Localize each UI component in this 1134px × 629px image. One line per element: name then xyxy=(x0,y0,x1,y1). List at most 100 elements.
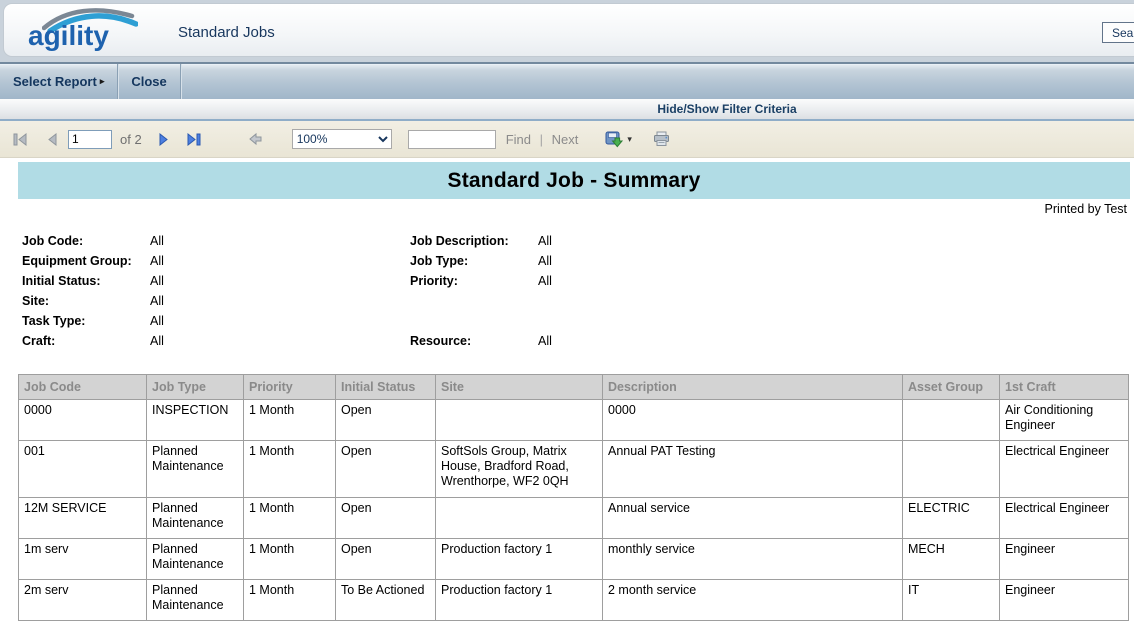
table-row: 2m serv Planned Maintenance 1 Month To B… xyxy=(19,580,1129,621)
print-button[interactable] xyxy=(652,129,672,149)
print-icon xyxy=(653,131,670,147)
cell-description: Annual PAT Testing xyxy=(603,441,903,498)
first-page-button[interactable] xyxy=(10,129,30,149)
first-page-icon xyxy=(13,133,28,146)
agility-logo: agility xyxy=(26,4,138,58)
page-number-input[interactable] xyxy=(68,130,112,149)
cell-initial-status: Open xyxy=(336,441,436,498)
column-header-job-type: Job Type xyxy=(147,375,244,400)
cell-initial-status: To Be Actioned xyxy=(336,580,436,621)
find-next-separator: | xyxy=(540,132,543,147)
cell-1st-craft: Electrical Engineer xyxy=(1000,498,1129,539)
filter-row: Initial Status: All Priority: All xyxy=(22,271,1134,291)
column-header-description: Description xyxy=(603,375,903,400)
cell-priority: 1 Month xyxy=(244,400,336,441)
next-link[interactable]: Next xyxy=(552,132,579,147)
menu-item-select-report[interactable]: Select Report ▸ xyxy=(0,64,117,99)
cell-site: Production factory 1 xyxy=(436,539,603,580)
cell-job-code: 2m serv xyxy=(19,580,147,621)
filter-summary: Job Code: All Job Description: All Equip… xyxy=(22,231,1134,351)
filter-label: Job Description: xyxy=(410,234,538,248)
export-dropdown-caret-icon[interactable]: ▾ xyxy=(627,134,632,145)
menu-item-close[interactable]: Close xyxy=(118,64,179,99)
menu-bar: Select Report ▸ Close xyxy=(0,62,1134,99)
find-text-input[interactable] xyxy=(408,130,496,149)
report-canvas: Standard Job - Summary Printed by Test J… xyxy=(0,162,1134,629)
filter-label: Initial Status: xyxy=(22,274,150,288)
cell-job-type: Planned Maintenance xyxy=(147,441,244,498)
printed-by-label: Printed by Test xyxy=(0,202,1134,216)
filter-row: Craft: All Resource: All xyxy=(22,331,1134,351)
previous-page-icon xyxy=(47,133,58,146)
filter-criteria-toggle-label: Hide/Show Filter Criteria xyxy=(657,102,796,116)
filter-criteria-toggle[interactable]: Hide/Show Filter Criteria xyxy=(0,99,1134,121)
column-header-initial-status: Initial Status xyxy=(336,375,436,400)
cell-job-code: 12M SERVICE xyxy=(19,498,147,539)
filter-value: All xyxy=(150,334,410,348)
table-header-row: Job Code Job Type Priority Initial Statu… xyxy=(19,375,1129,400)
filter-label: Priority: xyxy=(410,274,538,288)
next-page-icon xyxy=(158,133,169,146)
column-header-site: Site xyxy=(436,375,603,400)
filter-label: Job Code: xyxy=(22,234,150,248)
table-row: 001 Planned Maintenance 1 Month Open Sof… xyxy=(19,441,1129,498)
cell-site: SoftSols Group, Matrix House, Bradford R… xyxy=(436,441,603,498)
cell-description: 2 month service xyxy=(603,580,903,621)
cell-initial-status: Open xyxy=(336,400,436,441)
report-title: Standard Job - Summary xyxy=(448,169,701,193)
cell-priority: 1 Month xyxy=(244,580,336,621)
report-viewer-toolbar: of 2 100% Find | Next ▾ xyxy=(0,121,1134,158)
logo-text: agility xyxy=(28,20,109,52)
filter-value: All xyxy=(150,314,410,328)
cell-priority: 1 Month xyxy=(244,498,336,539)
previous-page-button[interactable] xyxy=(42,129,62,149)
back-to-parent-report-button[interactable] xyxy=(246,129,266,149)
report-title-band: Standard Job - Summary xyxy=(18,162,1130,199)
cell-job-code: 001 xyxy=(19,441,147,498)
filter-label: Job Type: xyxy=(410,254,538,268)
search-button[interactable]: Search xyxy=(1102,22,1134,43)
cell-priority: 1 Month xyxy=(244,539,336,580)
cell-job-type: Planned Maintenance xyxy=(147,539,244,580)
filter-label: Site: xyxy=(22,294,150,308)
cell-job-type: INSPECTION xyxy=(147,400,244,441)
cell-1st-craft: Engineer xyxy=(1000,539,1129,580)
next-page-button[interactable] xyxy=(154,129,174,149)
filter-value: All xyxy=(538,234,1134,248)
table-row: 1m serv Planned Maintenance 1 Month Open… xyxy=(19,539,1129,580)
cell-1st-craft: Electrical Engineer xyxy=(1000,441,1129,498)
header-card xyxy=(3,3,1134,57)
filter-label: Resource: xyxy=(410,334,538,348)
filter-value: All xyxy=(150,234,410,248)
column-header-job-code: Job Code xyxy=(19,375,147,400)
cell-initial-status: Open xyxy=(336,539,436,580)
last-page-button[interactable] xyxy=(184,129,204,149)
cell-job-type: Planned Maintenance xyxy=(147,580,244,621)
find-link[interactable]: Find xyxy=(506,132,531,147)
filter-value: All xyxy=(150,274,410,288)
cell-description: 0000 xyxy=(603,400,903,441)
find-next-links: Find | Next xyxy=(506,132,579,147)
filter-row: Site: All xyxy=(22,291,1134,311)
menu-separator xyxy=(180,64,181,99)
cell-asset-group xyxy=(903,400,1000,441)
cell-priority: 1 Month xyxy=(244,441,336,498)
page-title: Standard Jobs xyxy=(178,24,275,41)
filter-row: Equipment Group: All Job Type: All xyxy=(22,251,1134,271)
filter-value: All xyxy=(538,254,1134,268)
filter-label: Task Type: xyxy=(22,314,150,328)
close-label: Close xyxy=(131,74,166,89)
cell-asset-group xyxy=(903,441,1000,498)
page-count-label: of 2 xyxy=(120,132,142,147)
cell-1st-craft: Air Conditioning Engineer xyxy=(1000,400,1129,441)
app-header: agility Standard Jobs Search xyxy=(0,0,1134,62)
zoom-select[interactable]: 100% xyxy=(292,129,392,149)
cell-asset-group: ELECTRIC xyxy=(903,498,1000,539)
column-header-priority: Priority xyxy=(244,375,336,400)
cell-site: Production factory 1 xyxy=(436,580,603,621)
standard-jobs-table: Job Code Job Type Priority Initial Statu… xyxy=(18,374,1129,621)
table-row: 12M SERVICE Planned Maintenance 1 Month … xyxy=(19,498,1129,539)
export-button[interactable] xyxy=(604,129,624,149)
column-header-asset-group: Asset Group xyxy=(903,375,1000,400)
cell-job-code: 0000 xyxy=(19,400,147,441)
